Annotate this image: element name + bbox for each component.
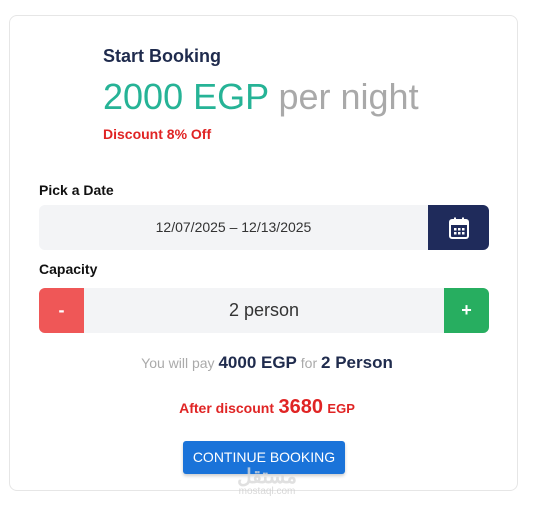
booking-heading: Start Booking: [103, 46, 222, 66]
after-discount-amount: 3680: [278, 396, 323, 418]
calendar-icon: [448, 217, 469, 239]
date-range-picker[interactable]: 12/07/2025 – 12/13/2025: [39, 205, 489, 250]
decrease-button[interactable]: -: [39, 288, 84, 333]
capacity-value: 2 person: [228, 300, 300, 320]
after-discount-summary: After discount 3680 EGP: [0, 396, 534, 419]
watermark-site: mostaql.com: [238, 486, 296, 497]
price-amount: 2000 EGP: [103, 76, 269, 117]
price-suffix: per night: [278, 76, 419, 117]
capacity-stepper: - 2 person +: [39, 288, 489, 333]
total-summary: You will pay 4000 EGP for 2 Person: [0, 353, 534, 373]
date-range-input[interactable]: 12/07/2025 – 12/13/2025: [39, 205, 428, 250]
calendar-button[interactable]: [428, 205, 489, 250]
increase-button[interactable]: +: [444, 288, 489, 333]
price-per-night: 2000 EGP per night: [103, 76, 419, 118]
after-discount-currency: EGP: [327, 401, 355, 416]
pay-prefix: You will pay: [141, 355, 215, 371]
capacity-label: Capacity: [39, 261, 98, 277]
pay-mid: for: [300, 355, 318, 371]
pay-amount: 4000 EGP: [218, 353, 297, 372]
discount-label: Discount 8% Off: [103, 126, 212, 142]
after-discount-label: After discount: [179, 400, 274, 416]
date-label: Pick a Date: [39, 182, 114, 198]
pay-persons: 2 Person: [321, 353, 393, 372]
